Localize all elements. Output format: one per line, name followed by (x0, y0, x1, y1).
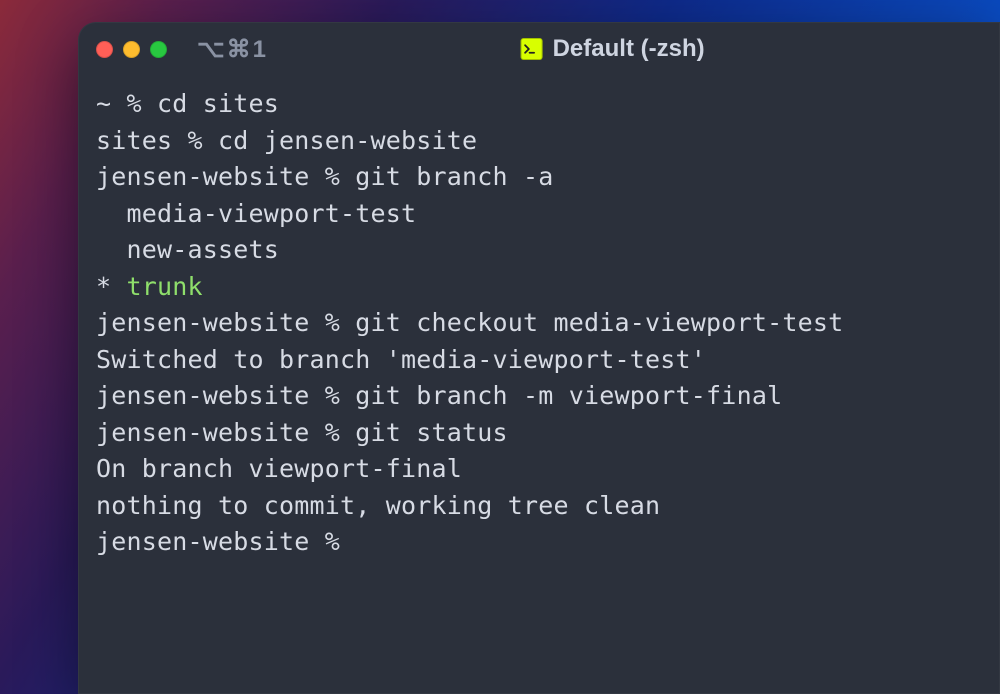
minimize-button-icon[interactable] (123, 41, 140, 58)
window-titlebar[interactable]: ⌥⌘1 Default (-zsh) (78, 22, 1000, 76)
branch-current-marker: * (96, 272, 127, 301)
prompt: jensen-website % (96, 381, 355, 410)
prompt: jensen-website % (96, 527, 355, 556)
command: git checkout media-viewport-test (355, 308, 843, 337)
output-line: Switched to branch 'media-viewport-test' (96, 345, 706, 374)
terminal-content[interactable]: ~ % cd sites sites % cd jensen-website j… (78, 76, 1000, 694)
prompt: jensen-website % (96, 418, 355, 447)
branch-item: media-viewport-test (96, 199, 416, 228)
prompt: sites % (96, 126, 218, 155)
prompt: jensen-website % (96, 162, 355, 191)
branch-current: trunk (127, 272, 203, 301)
output-line: nothing to commit, working tree clean (96, 491, 660, 520)
command: git branch -m viewport-final (355, 381, 782, 410)
zoom-button-icon[interactable] (150, 41, 167, 58)
prompt: ~ % (96, 89, 157, 118)
command: cd sites (157, 89, 279, 118)
window-shortcut-label: ⌥⌘1 (197, 35, 268, 64)
branch-item: new-assets (96, 235, 279, 264)
output-line: On branch viewport-final (96, 454, 462, 483)
command: git status (355, 418, 508, 447)
terminal-window: ⌥⌘1 Default (-zsh) ~ % cd sites sites % … (78, 22, 1000, 694)
traffic-lights (96, 41, 167, 58)
close-button-icon[interactable] (96, 41, 113, 58)
command: git branch -a (355, 162, 553, 191)
prompt: jensen-website % (96, 308, 355, 337)
tab-title[interactable]: Default (-zsh) (521, 35, 705, 63)
command: cd jensen-website (218, 126, 477, 155)
terminal-icon (521, 38, 543, 60)
tab-title-text: Default (-zsh) (553, 35, 705, 63)
